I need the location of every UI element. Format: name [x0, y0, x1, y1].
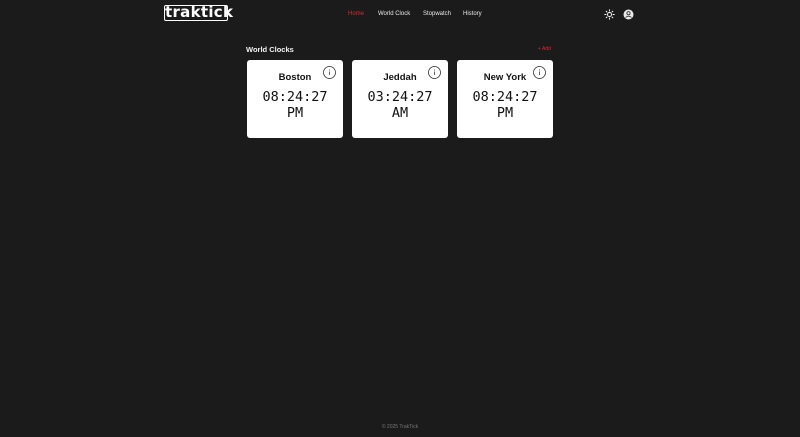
- user-icon: [623, 9, 634, 20]
- sun-icon: [604, 9, 615, 20]
- info-icon: [533, 66, 546, 79]
- nav-home[interactable]: Home: [348, 10, 364, 18]
- user-menu-button[interactable]: [623, 7, 634, 20]
- clock-period: AM: [391, 105, 409, 121]
- info-icon: [323, 66, 336, 79]
- clock-card: Boston 08:24:27 PM: [247, 60, 343, 138]
- clock-info-button[interactable]: [533, 66, 546, 79]
- theme-toggle-button[interactable]: [604, 7, 615, 20]
- clock-card: Jeddah 03:24:27 AM: [352, 60, 448, 138]
- clock-period: PM: [496, 105, 514, 121]
- clock-time-value: 03:24:27: [367, 89, 433, 105]
- clock-time-value: 08:24:27: [472, 89, 538, 105]
- clock-time: 08:24:27 PM: [247, 89, 343, 121]
- clock-time-value: 08:24:27: [262, 89, 328, 105]
- clock-period: PM: [286, 105, 304, 121]
- footer-copyright: © 2025 TrakTick: [381, 424, 419, 430]
- clock-card: New York 08:24:27 PM: [457, 60, 553, 138]
- add-clock-button[interactable]: + Add: [538, 46, 551, 52]
- info-icon: [428, 66, 441, 79]
- clock-time: 03:24:27 AM: [352, 89, 448, 121]
- clock-info-button[interactable]: [428, 66, 441, 79]
- nav-stopwatch[interactable]: Stopwatch: [423, 10, 451, 18]
- clock-info-button[interactable]: [323, 66, 336, 79]
- logo[interactable]: traktick: [164, 5, 233, 21]
- section-title: World Clocks: [246, 45, 294, 54]
- clock-time: 08:24:27 PM: [457, 89, 553, 121]
- nav-history[interactable]: History: [463, 10, 482, 18]
- nav-world-clock[interactable]: World Clock: [378, 10, 410, 18]
- page: traktick Home World Clock Stopwatch Hist…: [0, 0, 800, 437]
